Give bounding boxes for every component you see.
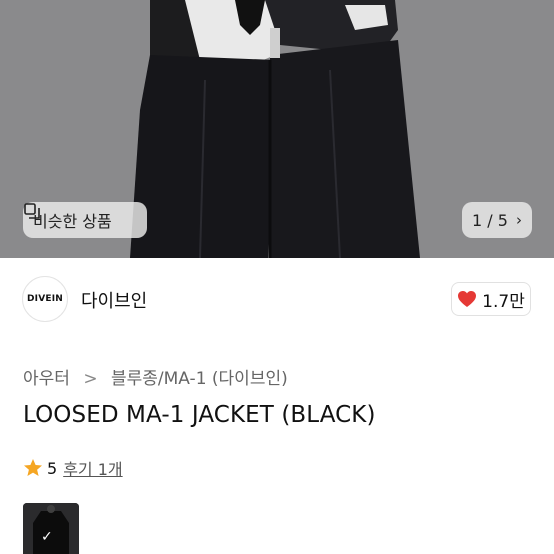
like-count: 1.7만: [482, 291, 525, 312]
rating-row: 5 후기 1개: [23, 456, 123, 480]
heart-icon: [458, 291, 477, 307]
rating-score: 5: [47, 458, 58, 478]
similar-items-icon: [24, 203, 40, 219]
image-pager[interactable]: 1 / 5 ›: [462, 202, 532, 238]
seller-name[interactable]: 다이브인: [81, 287, 147, 313]
product-page: 비슷한 상품 1 / 5 › DIVEIN 다이브인 1.7만 아우터 > 블루…: [0, 0, 554, 554]
breadcrumb-separator: >: [83, 369, 98, 389]
check-icon: ✓: [41, 529, 53, 545]
like-button[interactable]: 1.7만: [451, 282, 531, 316]
breadcrumb-item[interactable]: 블루종/MA-1 (다이브인): [111, 369, 288, 389]
star-icon: [24, 459, 42, 476]
seller-avatar[interactable]: DIVEIN: [22, 276, 68, 322]
similar-products-button[interactable]: 비슷한 상품: [23, 202, 147, 238]
chevron-right-icon: ›: [515, 211, 522, 229]
product-image[interactable]: 비슷한 상품 1 / 5 ›: [0, 0, 554, 258]
review-link[interactable]: 후기 1개: [63, 456, 122, 480]
seller-logo-text: DIVEIN: [26, 294, 63, 304]
thumbnail-item[interactable]: ✓: [23, 503, 79, 554]
pager-text: 1 / 5: [472, 210, 508, 230]
breadcrumb-item[interactable]: 아우터: [23, 369, 70, 389]
product-title: LOOSED MA-1 JACKET (BLACK): [23, 402, 376, 428]
breadcrumb: 아우터 > 블루종/MA-1 (다이브인): [23, 364, 288, 389]
seller-row: DIVEIN 다이브인 1.7만: [0, 270, 554, 330]
similar-products-label: 비슷한 상품: [33, 212, 112, 231]
